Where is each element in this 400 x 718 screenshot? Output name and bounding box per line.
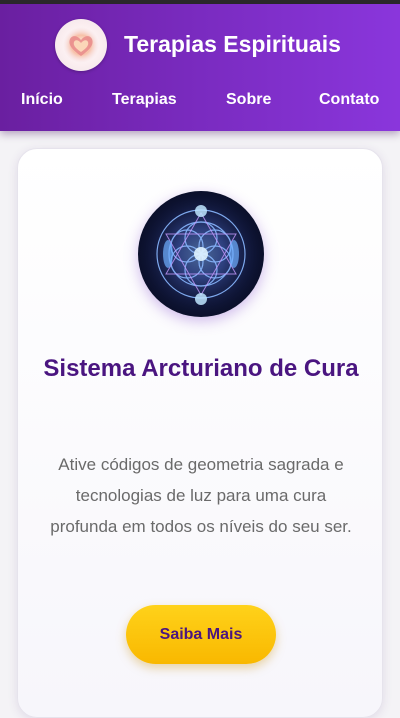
card-title: Sistema Arcturiano de Cura xyxy=(43,355,359,382)
sacred-geometry-icon xyxy=(138,191,264,317)
nav-item-sobre[interactable]: Sobre xyxy=(226,91,271,109)
nav-item-inicio[interactable]: Início xyxy=(21,91,63,109)
site-title: Terapias Espirituais xyxy=(124,31,341,57)
heart-logo-icon[interactable] xyxy=(55,19,107,71)
card-description: Ative códigos de geometria sagrada e tec… xyxy=(50,455,352,536)
therapy-card: Sistema Arcturiano de Cura Ative códigos… xyxy=(17,148,383,718)
site-header: Terapias Espirituais Início Terapias Sob… xyxy=(0,4,400,131)
nav-item-terapias[interactable]: Terapias xyxy=(112,91,177,109)
saiba-mais-button[interactable]: Saiba Mais xyxy=(126,605,276,664)
main-nav: Início Terapias Sobre Contato xyxy=(0,91,400,117)
nav-item-contato[interactable]: Contato xyxy=(319,91,379,109)
